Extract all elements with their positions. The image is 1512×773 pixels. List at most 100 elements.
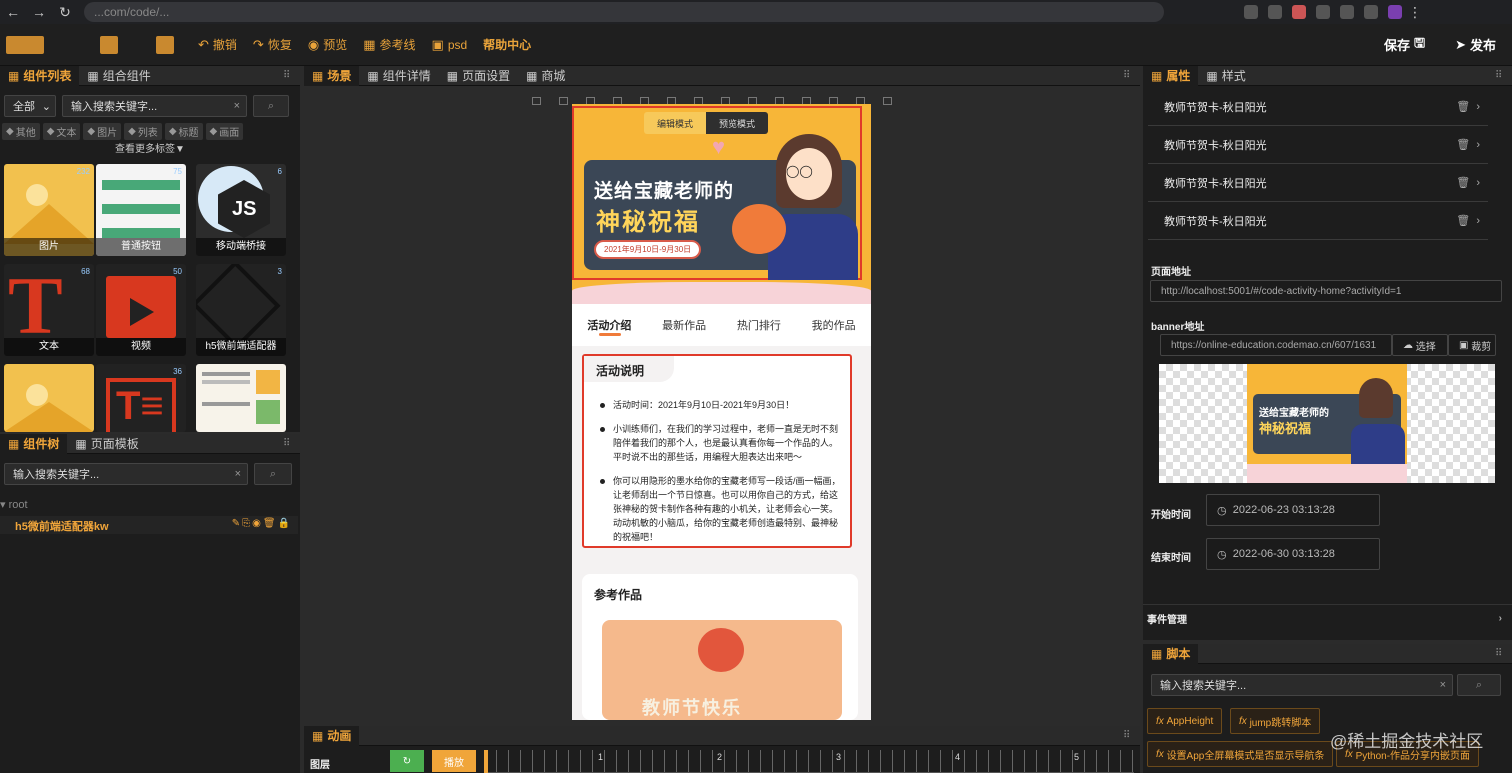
more-tags-link[interactable]: 查看更多标签▼ [0, 140, 300, 155]
phone-tab-latest[interactable]: 最新作品 [662, 317, 706, 333]
reload-icon[interactable]: ↻ [52, 0, 78, 24]
drag-handle-icon[interactable]: ⠿ [1123, 71, 1132, 81]
start-time-input[interactable]: ◷ 2022-06-23 03:13:28 [1206, 494, 1380, 526]
profile-avatar[interactable] [1388, 5, 1402, 19]
banner-url-input[interactable]: https://online-education.codemao.cn/607/… [1160, 334, 1392, 356]
component-card-mobile-bridge[interactable]: JS 6 移动端桥接 [196, 164, 286, 256]
undo-button[interactable]: ↶ 撤销 [198, 36, 237, 53]
publish-button[interactable]: ➤ 发布 [1455, 35, 1496, 54]
address-bar[interactable]: ...com/code/... [84, 2, 1164, 22]
tab-component-details[interactable]: ▦ 组件详情 [359, 66, 438, 86]
search-button[interactable]: ⌕ [253, 95, 289, 117]
node-actions-icons[interactable]: ✎⎘◉🗑🔒 [232, 518, 292, 529]
component-card-h5-adapter[interactable]: 3 h5微前端适配器 [196, 264, 286, 356]
drag-handle-icon[interactable]: ⠿ [1123, 731, 1132, 741]
tab-store[interactable]: ▦ 商城 [518, 66, 573, 86]
timeline-ruler[interactable]: 1 2 3 4 5 [484, 750, 1134, 773]
component-search-input[interactable]: 输入搜索关键字... × [62, 95, 247, 117]
component-card-button[interactable]: 75 普通按钮 [96, 164, 186, 256]
tab-styles[interactable]: ▦ 样式 [1198, 66, 1253, 86]
tag-text[interactable]: ◆ 文本 [42, 123, 81, 140]
search-button[interactable]: ⌕ [254, 463, 292, 485]
tag-list[interactable]: ◆ 列表 [124, 123, 162, 140]
component-card-image[interactable]: 232 图片 [4, 164, 94, 256]
tree-root[interactable]: ▾ root [0, 498, 28, 511]
reference-thumbnail[interactable]: 教师节快乐 [602, 620, 842, 720]
tag-other[interactable]: ◆ 其他 [2, 123, 40, 140]
banner-preview[interactable]: 送给宝藏老师的 神秘祝福 [1159, 364, 1495, 483]
drag-handle-icon[interactable]: ⠿ [283, 71, 292, 81]
drag-handle-icon[interactable]: ⠿ [1495, 71, 1504, 81]
tab-scene[interactable]: ▦ 场景 [304, 65, 360, 86]
end-time-input[interactable]: ◷ 2022-06-30 03:13:28 [1206, 538, 1380, 570]
choose-button[interactable]: ☁ 选择 [1392, 334, 1448, 356]
list-item[interactable]: 教师节贺卡-秋日阳光 🗑 › [1148, 164, 1488, 202]
align-icon[interactable] [559, 97, 568, 105]
tag-scene[interactable]: ◆ 画面 [205, 123, 244, 140]
psd-button[interactable]: ▣ psd [432, 37, 468, 53]
drag-handle-icon[interactable]: ⠿ [1495, 649, 1504, 659]
redo-button[interactable]: ↷ 恢复 [253, 36, 292, 53]
clear-icon[interactable]: × [1440, 679, 1446, 691]
extension-icon[interactable] [1292, 5, 1306, 19]
tag-image[interactable]: ◆ 图片 [83, 123, 122, 140]
preview-mode-button[interactable]: 预览模式 [706, 112, 768, 134]
phone-tab-intro[interactable]: 活动介绍 [587, 317, 631, 336]
align-icon[interactable] [532, 97, 541, 105]
events-section[interactable]: 事件管理 › [1143, 604, 1512, 632]
tab-combined-components[interactable]: ▦ 组合组件 [79, 66, 158, 86]
list-item[interactable]: 教师节贺卡-秋日阳光 🗑 › [1148, 202, 1488, 240]
item-actions[interactable]: 🗑 › [1456, 176, 1480, 189]
tag-title[interactable]: ◆ 标题 [164, 123, 203, 140]
item-actions[interactable]: 🗑 › [1456, 138, 1480, 151]
script-fullscreen[interactable]: fx 设置App全屏幕模式是否显示导航条 [1147, 741, 1334, 767]
share-icon[interactable] [1244, 5, 1258, 19]
script-jump[interactable]: fx jump跳转脚本 [1230, 708, 1321, 734]
item-actions[interactable]: 🗑 › [1456, 214, 1480, 227]
tree-node-selected[interactable]: h5微前端适配器kw ✎⎘◉🗑🔒 [0, 516, 298, 534]
preview-button[interactable]: ◉ 预览 [308, 36, 347, 53]
extension-icon[interactable] [1340, 5, 1354, 19]
align-icon[interactable] [883, 97, 892, 105]
script-search-input[interactable]: 输入搜索关键字... × [1151, 674, 1453, 696]
component-card-image-2[interactable] [4, 364, 94, 432]
extension-icon[interactable] [1364, 5, 1378, 19]
forward-icon[interactable]: → [26, 0, 52, 24]
menu-icon[interactable]: ⋮ [1402, 0, 1428, 24]
edit-mode-button[interactable]: 编辑模式 [644, 112, 706, 134]
page-url-input[interactable]: http://localhost:5001/#/code-activity-ho… [1150, 280, 1502, 302]
mode-toggle[interactable]: 编辑模式 预览模式 [644, 112, 768, 134]
tab-component-list[interactable]: ▦ 组件列表 [0, 65, 80, 86]
component-card-video[interactable]: 50 视频 [96, 264, 186, 356]
script-apphight[interactable]: fx AppHeight [1147, 708, 1223, 734]
tree-search-input[interactable]: 输入搜索关键字... × [4, 463, 248, 485]
component-card-rich-text[interactable]: T≡ 36 [96, 364, 186, 432]
clear-icon[interactable]: × [235, 468, 241, 480]
back-icon[interactable]: ← [0, 0, 26, 24]
bookmark-star-icon[interactable] [1268, 5, 1282, 19]
drag-handle-icon[interactable]: ⠿ [283, 439, 292, 449]
guides-button[interactable]: ▦ 参考线 [363, 36, 415, 53]
phone-tab-mine[interactable]: 我的作品 [812, 317, 856, 333]
help-center-link[interactable]: 帮助中心 [483, 36, 531, 53]
extension-icon[interactable] [1316, 5, 1330, 19]
component-card-text[interactable]: T 68 文本 [4, 264, 94, 356]
activity-description-card[interactable]: 活动说明 活动时间：2021年9月10日-2021年9月30日！ 小训练师们，在… [582, 354, 852, 548]
category-select[interactable]: 全部 ⌄ [4, 95, 56, 117]
list-item[interactable]: 教师节贺卡-秋日阳光 🗑 › [1148, 88, 1488, 126]
component-card-list[interactable] [196, 364, 286, 432]
phone-canvas[interactable]: 编辑模式 预览模式 送给宝藏老师的 神秘祝福 2021年9月10日-9月30日 … [572, 104, 871, 720]
tab-script[interactable]: ▦ 脚本 [1143, 643, 1199, 664]
tab-properties[interactable]: ▦ 属性 [1143, 65, 1199, 86]
playhead[interactable] [484, 750, 488, 773]
search-button[interactable]: ⌕ [1457, 674, 1501, 696]
phone-tab-popular[interactable]: 热门排行 [737, 317, 781, 333]
tab-component-tree[interactable]: ▦ 组件树 [0, 433, 68, 454]
play-button[interactable]: 播放 [432, 750, 476, 772]
item-actions[interactable]: 🗑 › [1456, 100, 1480, 113]
save-button[interactable]: 保存 🖫 [1384, 34, 1425, 56]
tab-animation[interactable]: ▦ 动画 [304, 725, 360, 746]
list-item[interactable]: 教师节贺卡-秋日阳光 🗑 › [1148, 126, 1488, 164]
tab-page-templates[interactable]: ▦ 页面模板 [67, 434, 146, 454]
crop-button[interactable]: ▣ 裁剪 [1448, 334, 1496, 356]
